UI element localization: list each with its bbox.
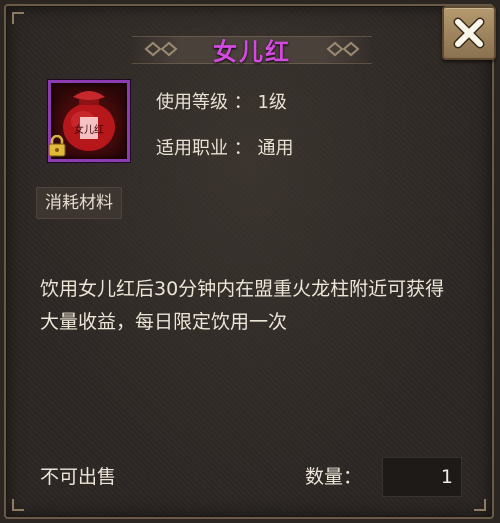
sell-status: 不可出售 bbox=[40, 466, 117, 488]
quantity-field[interactable]: 1 bbox=[382, 457, 462, 497]
corner-ornament bbox=[12, 499, 24, 511]
jar-label: 女儿红 bbox=[74, 123, 104, 136]
corner-ornament bbox=[474, 499, 486, 511]
quantity-label: 数量： bbox=[305, 466, 363, 488]
corner-ornament bbox=[12, 12, 24, 24]
category-badge: 消耗材料 bbox=[36, 187, 122, 219]
item-description: 饮用女儿红后30分钟内在盟重火龙柱附近可获得大量收益，每日限定饮用一次 bbox=[40, 278, 445, 333]
class-line: 适用职业 ： 通用 bbox=[156, 138, 294, 159]
title-ornament-icon bbox=[326, 41, 360, 57]
lock-icon bbox=[48, 135, 66, 157]
title-banner: 女儿红 bbox=[132, 28, 372, 68]
close-icon bbox=[453, 17, 485, 49]
use-level-line: 使用等级 ： 1级 bbox=[156, 92, 287, 113]
close-button[interactable] bbox=[442, 6, 496, 60]
